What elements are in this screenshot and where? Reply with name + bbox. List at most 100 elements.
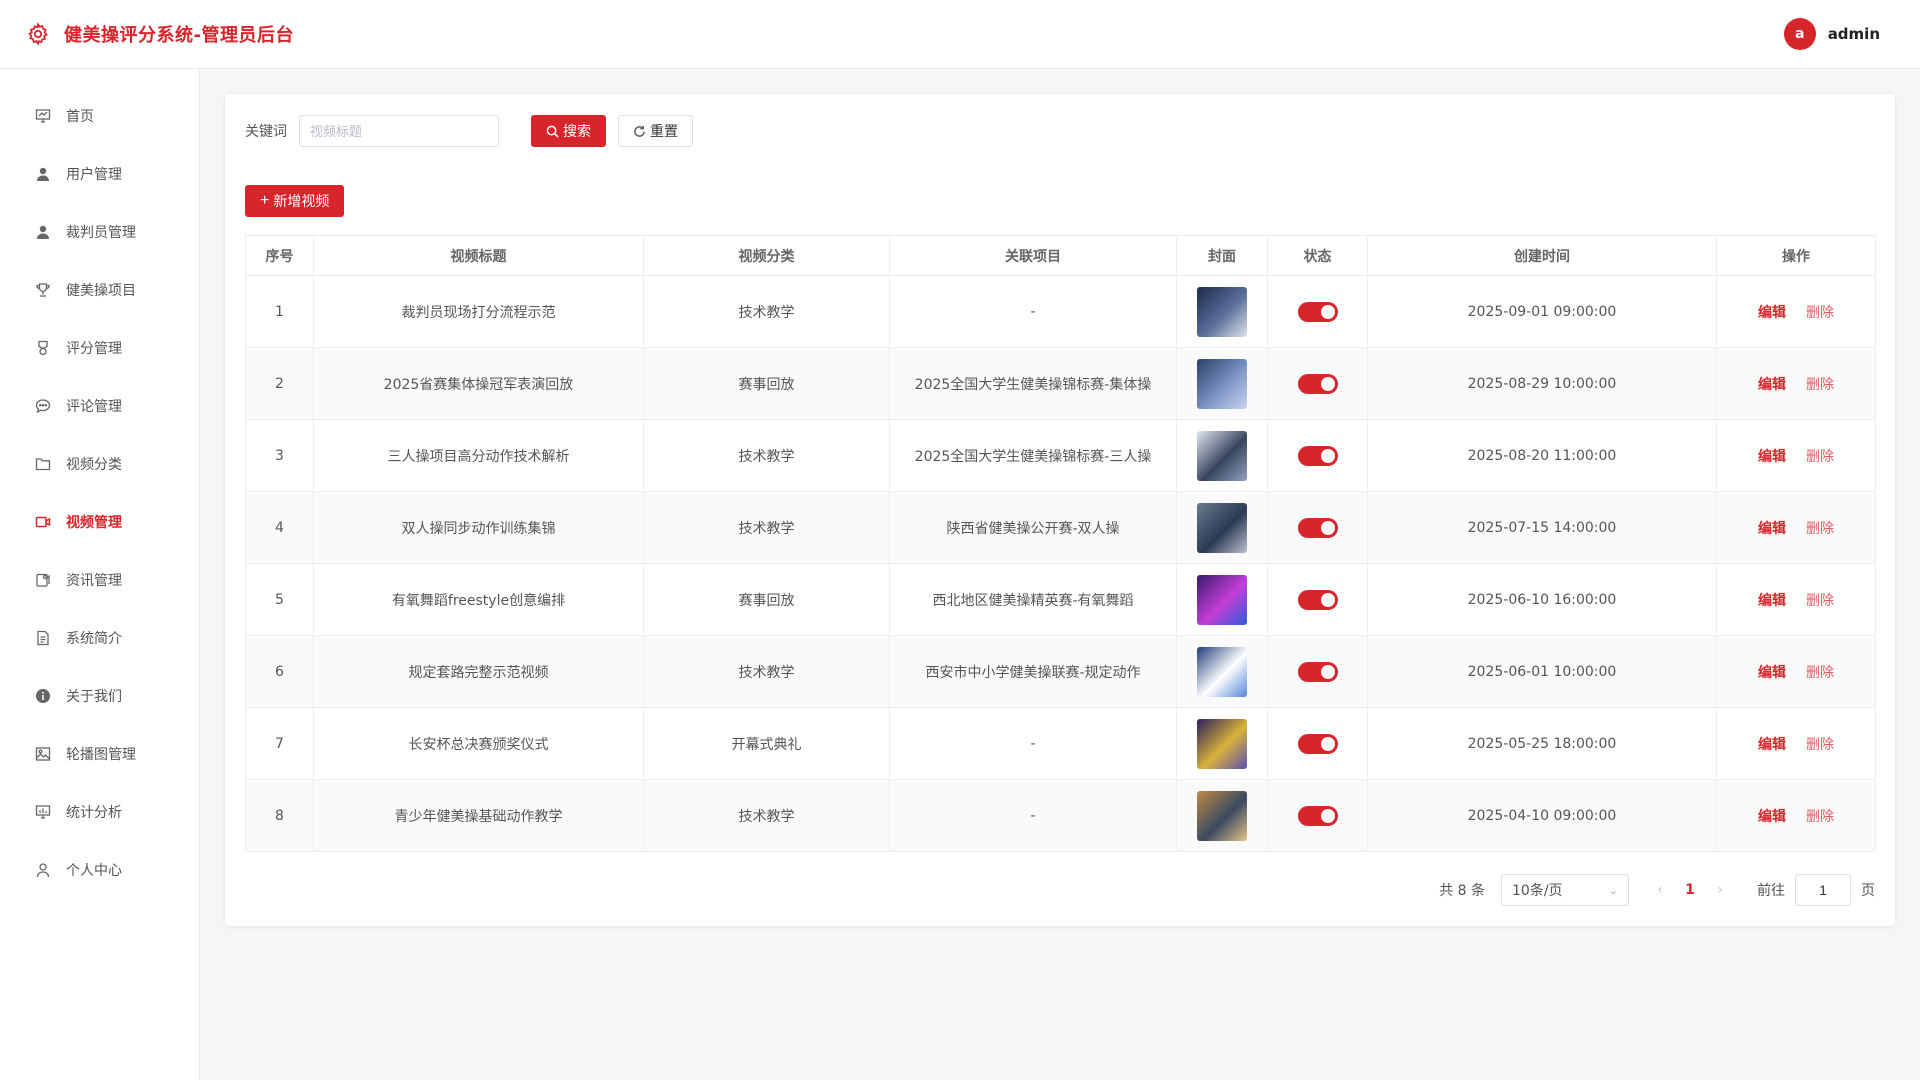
cell-created: 2025-07-15 14:00:00 — [1367, 491, 1717, 564]
medal-icon — [34, 339, 52, 357]
delete-button[interactable]: 删除 — [1806, 377, 1834, 393]
column-header: 序号 — [245, 235, 314, 276]
edit-button[interactable]: 编辑 — [1758, 809, 1786, 825]
edit-button[interactable]: 编辑 — [1758, 305, 1786, 321]
username[interactable]: admin — [1828, 25, 1880, 43]
cell-title: 规定套路完整示范视频 — [313, 635, 644, 708]
delete-button[interactable]: 删除 — [1806, 809, 1834, 825]
cell-title: 青少年健美操基础动作教学 — [313, 779, 644, 852]
sidebar-item[interactable]: 视频分类 — [0, 435, 199, 493]
sidebar-item-label: 系统简介 — [66, 631, 122, 647]
cell-project: - — [889, 779, 1177, 852]
cover-thumbnail[interactable] — [1197, 790, 1247, 841]
prev-page-icon[interactable]: ‹ — [1645, 882, 1675, 898]
cell-created: 2025-06-01 10:00:00 — [1367, 635, 1717, 708]
sidebar-item[interactable]: 评论管理 — [0, 377, 199, 435]
avatar[interactable]: a — [1783, 18, 1816, 50]
cell-cover — [1176, 419, 1268, 492]
column-header: 封面 — [1176, 235, 1268, 276]
cell-title: 三人操项目高分动作技术解析 — [313, 419, 644, 492]
sidebar-item[interactable]: 关于我们 — [0, 667, 199, 725]
cell-cover — [1176, 779, 1268, 852]
cell-category: 技术教学 — [643, 419, 890, 492]
next-page-icon[interactable]: › — [1705, 882, 1735, 898]
status-toggle[interactable] — [1297, 733, 1338, 754]
delete-button[interactable]: 删除 — [1806, 449, 1834, 465]
edit-button[interactable]: 编辑 — [1758, 593, 1786, 609]
reset-button[interactable]: 重置 — [618, 115, 693, 147]
cell-index: 7 — [245, 707, 314, 780]
status-toggle[interactable] — [1297, 661, 1338, 682]
table-row: 3 三人操项目高分动作技术解析 技术教学 2025全国大学生健美操锦标赛-三人操 202… — [245, 419, 1876, 492]
cover-thumbnail[interactable] — [1197, 502, 1247, 553]
cell-status — [1267, 275, 1368, 348]
column-header: 创建时间 — [1367, 235, 1717, 276]
delete-button[interactable]: 删除 — [1806, 665, 1834, 681]
chart-icon — [34, 803, 52, 821]
cell-created: 2025-08-29 10:00:00 — [1367, 347, 1717, 420]
sidebar-item-label: 裁判员管理 — [66, 225, 136, 241]
top-header: 健美操评分系统-管理员后台 a admin — [0, 0, 1920, 69]
sidebar-item[interactable]: 健美操项目 — [0, 261, 199, 319]
sidebar-item[interactable]: 资讯管理 — [0, 551, 199, 609]
trophy-icon — [34, 281, 52, 299]
page-size-select[interactable]: 10条/页 ⌄ — [1501, 874, 1629, 906]
sidebar-item[interactable]: 首页 — [0, 87, 199, 145]
cell-status — [1267, 779, 1368, 852]
cover-thumbnail[interactable] — [1197, 718, 1247, 769]
sidebar-item[interactable]: 统计分析 — [0, 783, 199, 841]
edit-button[interactable]: 编辑 — [1758, 377, 1786, 393]
cell-category: 技术教学 — [643, 635, 890, 708]
sidebar-item[interactable]: 用户管理 — [0, 145, 199, 203]
cell-cover — [1176, 635, 1268, 708]
edit-button[interactable]: 编辑 — [1758, 737, 1786, 753]
status-toggle[interactable] — [1297, 805, 1338, 826]
cover-thumbnail[interactable] — [1197, 646, 1247, 697]
table-row: 8 青少年健美操基础动作教学 技术教学 - 2025-04-10 09:00:00 编辑 删… — [245, 779, 1876, 852]
edit-button[interactable]: 编辑 — [1758, 449, 1786, 465]
sidebar-item-label: 首页 — [66, 109, 94, 125]
cover-thumbnail[interactable] — [1197, 286, 1247, 337]
add-video-button[interactable]: + 新增视频 — [245, 185, 345, 217]
table-row: 7 长安杯总决赛颁奖仪式 开幕式典礼 - 2025-05-25 18:00:00 编辑 删除 — [245, 707, 1876, 780]
user-menu[interactable]: a admin — [1783, 18, 1880, 50]
column-header: 关联项目 — [889, 235, 1177, 276]
status-toggle[interactable] — [1297, 445, 1338, 466]
cell-category: 技术教学 — [643, 275, 890, 348]
sidebar-item[interactable]: 裁判员管理 — [0, 203, 199, 261]
delete-button[interactable]: 删除 — [1806, 305, 1834, 321]
cell-category: 赛事回放 — [643, 347, 890, 420]
cell-actions: 编辑 删除 — [1716, 275, 1876, 348]
cover-thumbnail[interactable] — [1197, 430, 1247, 481]
edit-button[interactable]: 编辑 — [1758, 521, 1786, 537]
page-number-current[interactable]: 1 — [1675, 882, 1705, 898]
cell-cover — [1176, 563, 1268, 636]
delete-button[interactable]: 删除 — [1806, 593, 1834, 609]
sidebar-item[interactable]: 系统简介 — [0, 609, 199, 667]
search-label: 关键词 — [245, 124, 287, 140]
main-card: 关键词 搜索 重置 + 新增视频 序号视频标题视频分类关联项目封面状态创建时间操… — [225, 94, 1895, 926]
search-input[interactable] — [299, 115, 499, 147]
cell-project: 2025全国大学生健美操锦标赛-三人操 — [889, 419, 1177, 492]
delete-button[interactable]: 删除 — [1806, 521, 1834, 537]
status-toggle[interactable] — [1297, 373, 1338, 394]
edit-button[interactable]: 编辑 — [1758, 665, 1786, 681]
cell-status — [1267, 707, 1368, 780]
status-toggle[interactable] — [1297, 301, 1338, 322]
sidebar-item[interactable]: 轮播图管理 — [0, 725, 199, 783]
cover-thumbnail[interactable] — [1197, 358, 1247, 409]
column-header: 操作 — [1716, 235, 1876, 276]
sidebar-item[interactable]: 评分管理 — [0, 319, 199, 377]
reset-button-label: 重置 — [650, 123, 678, 139]
cover-thumbnail[interactable] — [1197, 574, 1247, 625]
goto-page-input[interactable] — [1795, 874, 1851, 906]
search-button[interactable]: 搜索 — [531, 115, 606, 147]
cell-category: 赛事回放 — [643, 563, 890, 636]
delete-button[interactable]: 删除 — [1806, 737, 1834, 753]
sidebar-item[interactable]: 视频管理 — [0, 493, 199, 551]
status-toggle[interactable] — [1297, 517, 1338, 538]
cell-title: 长安杯总决赛颁奖仪式 — [313, 707, 644, 780]
sidebar-item[interactable]: 个人中心 — [0, 841, 199, 899]
status-toggle[interactable] — [1297, 589, 1338, 610]
cell-cover — [1176, 707, 1268, 780]
